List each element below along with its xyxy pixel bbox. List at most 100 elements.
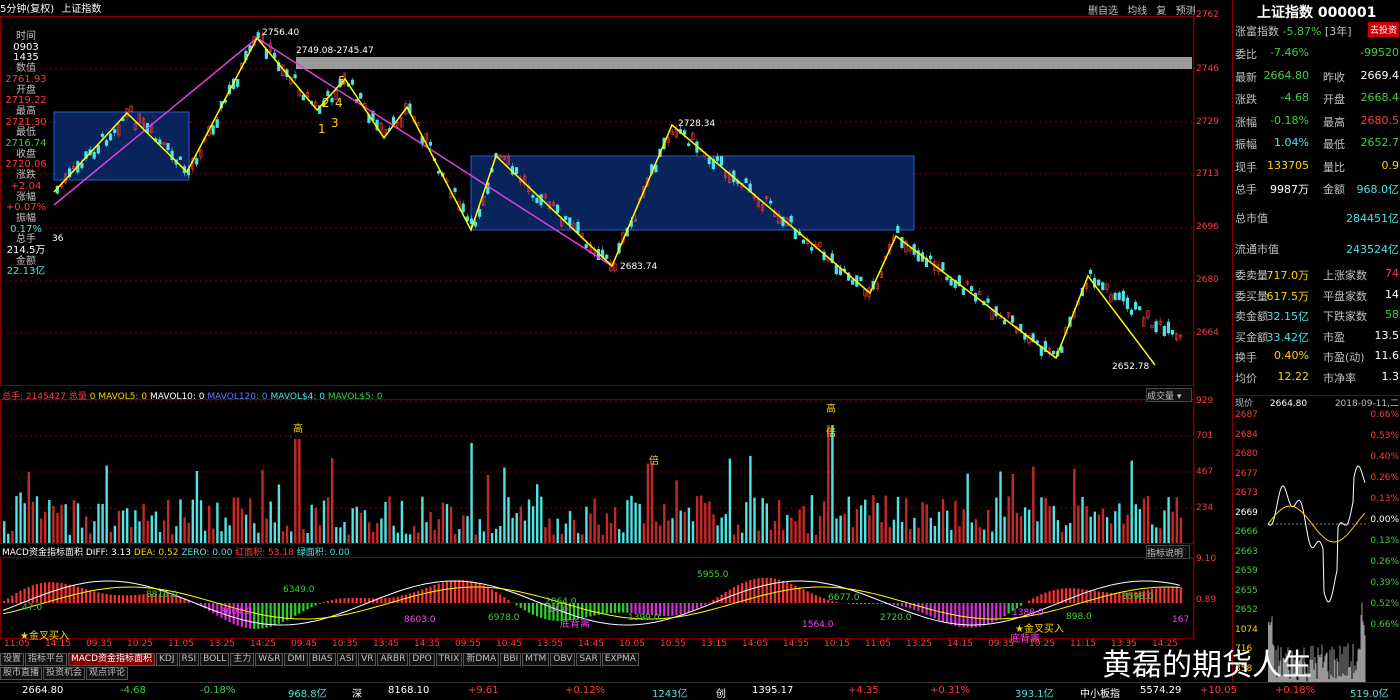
ticker-value: +0.31% (930, 685, 970, 696)
indicator-tab[interactable]: DPO (409, 653, 434, 666)
volume-bar (462, 515, 464, 543)
volume-bar (81, 528, 83, 543)
macd-bar (696, 603, 698, 609)
quote-row: 涨幅-0.18%最高2680.5 (1235, 114, 1399, 134)
quote-row: 委买量617.5万平盘家数14 (1235, 288, 1399, 308)
indicator-tab[interactable]: 指标平台 (25, 653, 67, 666)
volume-bar (179, 499, 181, 543)
macd-bar (979, 603, 981, 627)
indicator-tab[interactable]: 设置 (0, 653, 24, 666)
macd-bar (684, 603, 686, 613)
volume-bar (532, 506, 534, 543)
volume-bar (495, 529, 497, 543)
volume-bar (753, 498, 755, 543)
macd-bar (1102, 592, 1104, 603)
macd-bar (331, 600, 333, 603)
indicator-tab[interactable]: RSI (179, 653, 200, 666)
row-value: 33.42亿 (1267, 329, 1310, 345)
volume-bar (1176, 497, 1178, 543)
volume-bar (466, 516, 468, 543)
macd-bar (766, 578, 768, 603)
volume-bar (298, 439, 300, 543)
macd-bar (1028, 601, 1030, 603)
indicator-tab[interactable]: ARBR (377, 653, 408, 666)
volume-bar (1085, 506, 1087, 543)
volume-bar (347, 535, 349, 543)
volume-bar (1036, 521, 1038, 543)
macd-bar (516, 603, 518, 605)
info-tab[interactable]: 股市直播 (0, 667, 42, 680)
macd-bar (848, 603, 850, 604)
macd-bar (315, 603, 317, 605)
indicator-tab[interactable]: MTM (522, 653, 549, 666)
macd-bar (106, 594, 108, 603)
indicator-tab[interactable]: W&R (255, 653, 283, 666)
volume-bar (421, 497, 423, 543)
volume-bar (130, 527, 132, 543)
volume-bar (425, 522, 427, 543)
indicator-tab[interactable]: 新DMA (463, 653, 499, 666)
volume-bar (868, 515, 870, 543)
wave-num-1: 1 (318, 122, 326, 136)
volume-bar (610, 523, 612, 543)
indicator-tab[interactable]: ASI (337, 653, 358, 666)
volume-bar (778, 500, 780, 543)
macd-bar (454, 580, 456, 603)
macd-value-label: 47.0 (22, 603, 42, 613)
indicator-tab[interactable]: BBI (500, 653, 521, 666)
price-tick: 2696 (1196, 222, 1219, 232)
volume-bar (306, 533, 308, 543)
indicator-tab[interactable]: BIAS (309, 653, 336, 666)
macd-diff: DIFF: 3.13 (86, 548, 131, 558)
quote-panel: 上证指数 000001 涨富指数 -5.87% [3年] 去投资 委比-7.46… (1232, 0, 1400, 395)
quote-row: 总手9987万金额968.0亿 (1235, 181, 1399, 201)
volume-indicator-select[interactable]: 成交量 ▾ (1146, 388, 1192, 402)
indicator-tab[interactable]: MACD资金指标面积 (68, 653, 155, 666)
volume-bar (311, 505, 313, 543)
macd-bar (413, 592, 415, 603)
indicator-tab[interactable]: EXPMA (602, 653, 639, 666)
volume-bar (864, 500, 866, 543)
indicator-tab[interactable]: TRIX (436, 653, 463, 666)
macd-bar (962, 603, 964, 627)
macd-bar (602, 603, 604, 614)
volume-bar (1044, 498, 1046, 543)
row-value: 32.15亿 (1267, 308, 1310, 324)
macd-bar (40, 583, 42, 603)
info-tab[interactable]: 投资机会 (43, 667, 85, 680)
volume-bar (749, 456, 751, 543)
info-tabs: 股市直播投资机会观点评论 (0, 667, 600, 680)
volume-bar (159, 532, 161, 543)
macd-value-label: 5955.0 (697, 570, 729, 580)
volume-bar (126, 508, 128, 543)
indicator-tab[interactable]: OBV (550, 653, 575, 666)
volume-bar (889, 527, 891, 543)
macd-bar (306, 603, 308, 609)
indicator-tab[interactable]: KDJ (156, 653, 178, 666)
volume-bar (253, 523, 255, 543)
macd-bar (434, 585, 436, 603)
macd-bar (688, 603, 690, 612)
indicator-tab[interactable]: SAR (576, 653, 600, 666)
volume-bar (835, 519, 837, 543)
invest-button[interactable]: 去投资 (1368, 22, 1399, 37)
macd-value-label: 6978.0 (488, 613, 520, 623)
time-tick: 11:05 (4, 639, 30, 649)
row-key: 买金额 (1235, 329, 1268, 345)
quote-row: 均价12.22市净率1.3 (1235, 370, 1399, 390)
row-key: 市盈 (1323, 329, 1345, 345)
high-label: 2756.40 (262, 28, 299, 38)
info-tab[interactable]: 观点评论 (86, 667, 128, 680)
volume-bar (397, 533, 399, 543)
indicator-tab[interactable]: BOLL (200, 653, 229, 666)
chart-canvas[interactable] (0, 0, 1232, 682)
fund-period: [3年] (1325, 25, 1352, 38)
indicator-tab[interactable]: 主力 (230, 653, 254, 666)
indicator-help-button[interactable]: 指标说明 (1146, 545, 1190, 559)
indicator-tab[interactable]: DMI (284, 653, 307, 666)
indicator-tab[interactable]: VR (358, 653, 376, 666)
volume-bar (1122, 524, 1124, 544)
volume-bar (1151, 524, 1153, 543)
ticker-value: 968.8亿 (288, 685, 327, 700)
macd-bar (1155, 588, 1157, 603)
